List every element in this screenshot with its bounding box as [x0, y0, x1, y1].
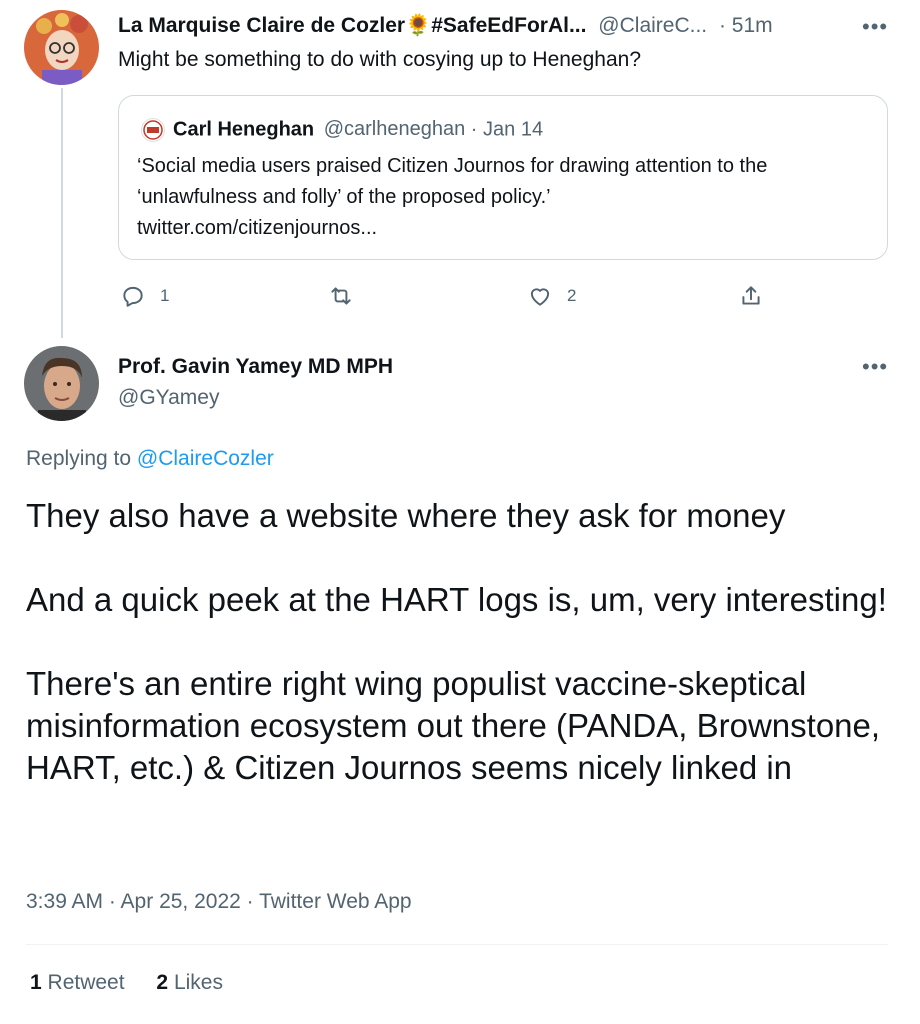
- retweets-label: Retweet: [47, 971, 125, 994]
- tweet-metadata[interactable]: 3:39 AM · Apr 25, 2022 · Twitter Web App: [26, 890, 412, 914]
- reply-icon: [123, 286, 143, 307]
- avatar[interactable]: [24, 10, 99, 85]
- quoted-tweet-body: ‘Social media users praised Citizen Jour…: [137, 151, 867, 244]
- reply-button[interactable]: 1: [120, 283, 169, 309]
- quoted-author-handle: @carlheneghan: [323, 118, 466, 141]
- retweet-icon: [331, 287, 351, 305]
- more-options-icon[interactable]: •••: [862, 354, 888, 380]
- like-count: 2: [567, 286, 577, 305]
- avatar-photo-icon: [24, 346, 99, 421]
- replying-to-label: Replying to: [26, 447, 132, 470]
- author-handle[interactable]: @ClaireC...: [598, 14, 707, 37]
- author-name[interactable]: Prof. Gavin Yamey MD MPH: [118, 355, 393, 379]
- tweet-stats: 1 Retweet 2 Likes: [30, 971, 223, 995]
- retweets-count: 1: [30, 971, 42, 994]
- replying-to-link[interactable]: @ClaireCozler: [137, 447, 274, 470]
- quoted-author-name: Carl Heneghan: [173, 118, 315, 141]
- tweet-time[interactable]: · 51m: [719, 14, 773, 37]
- sunflower-emoji: 🌻: [405, 14, 432, 37]
- quoted-tweet-date: · Jan 14: [470, 118, 544, 141]
- likes-label: Likes: [173, 971, 223, 994]
- retweet-button[interactable]: [328, 283, 354, 309]
- author-handle[interactable]: @GYamey: [118, 386, 219, 410]
- author-hashtag[interactable]: #SafeEdForAl...: [431, 14, 586, 37]
- quoted-tweet[interactable]: Carl Heneghan @carlheneghan · Jan 14 ‘So…: [118, 95, 888, 260]
- like-button[interactable]: 2: [527, 283, 576, 309]
- replying-to: Replying to @ClaireCozler: [26, 447, 274, 471]
- author-name[interactable]: La Marquise Claire de Cozler: [118, 14, 405, 37]
- reply-count: 1: [160, 286, 170, 305]
- tweet-header: La Marquise Claire de Cozler🌻#SafeEdForA…: [118, 14, 818, 38]
- quoted-tweet-link[interactable]: twitter.com/citizenjournos...: [137, 213, 867, 244]
- more-options-icon[interactable]: •••: [862, 14, 888, 40]
- tweet-text: Might be something to do with cosying up…: [118, 48, 642, 71]
- likes-count: 2: [156, 971, 169, 994]
- thread-connector: [61, 88, 63, 338]
- quoted-avatar: [141, 118, 165, 142]
- quoted-tweet-text: ‘Social media users praised Citizen Jour…: [137, 155, 768, 208]
- retweets-link[interactable]: 1 Retweet: [30, 971, 130, 994]
- share-button[interactable]: [738, 283, 764, 309]
- heart-icon: [530, 288, 550, 306]
- likes-link[interactable]: 2 Likes: [156, 971, 223, 994]
- avatar-illustration-icon: [24, 10, 99, 85]
- share-icon: [742, 286, 760, 305]
- avatar[interactable]: [24, 346, 99, 421]
- quoted-tweet-header: Carl Heneghan @carlheneghan · Jan 14: [141, 118, 543, 142]
- logo-icon: [143, 120, 163, 140]
- tweet-text: They also have a website where they ask …: [26, 497, 887, 786]
- divider: [26, 944, 888, 945]
